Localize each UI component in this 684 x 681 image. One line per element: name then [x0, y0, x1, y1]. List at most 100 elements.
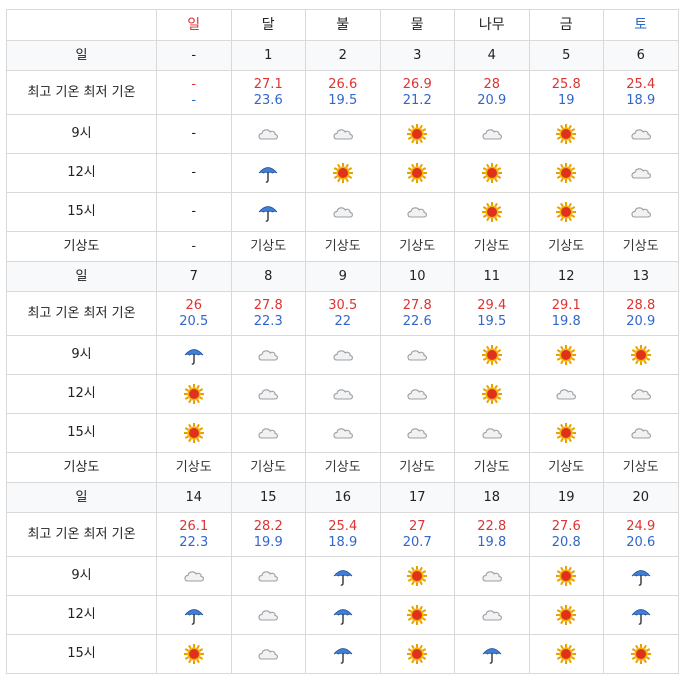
- day-number-cell: 18: [454, 482, 530, 513]
- forecast-cell: [454, 192, 530, 232]
- row-label-h15: 15시: [6, 413, 157, 453]
- forecast-cell: [156, 374, 232, 414]
- sun-icon: [555, 163, 577, 183]
- sun-icon: [481, 384, 503, 404]
- max-temp: 27.8: [402, 297, 432, 313]
- forecast-cell: [379, 374, 455, 414]
- cloud-icon: [332, 127, 354, 142]
- forecast-cell: [603, 114, 679, 154]
- day-number-cell: 5: [528, 40, 604, 71]
- forecast-cell: [603, 595, 679, 635]
- forecast-cell: [528, 634, 604, 674]
- sun-icon: [630, 345, 652, 365]
- temperature-cell: 28.8 20.9: [603, 291, 679, 336]
- weekday-header: 달: [230, 9, 306, 41]
- day-number-cell: 15: [230, 482, 306, 513]
- cloud-icon: [257, 647, 279, 662]
- row-label-temp: 최고 기온 최저 기온: [6, 291, 157, 336]
- forecast-cell: [379, 634, 455, 674]
- temperature-cell: 27 20.7: [379, 512, 455, 557]
- forecast-cell: [230, 595, 306, 635]
- sun-icon: [555, 423, 577, 443]
- max-temp: 25.4: [328, 518, 358, 534]
- umbrella-icon: [481, 647, 503, 664]
- forecast-row-h15: 15시: [6, 413, 679, 453]
- row-label-temp: 최고 기온 최저 기온: [6, 512, 157, 557]
- forecast-cell: [454, 413, 530, 453]
- sun-icon: [332, 163, 354, 183]
- row-label-link: 기상도: [6, 231, 157, 262]
- cloud-icon: [332, 348, 354, 363]
- forecast-cell: [379, 556, 455, 596]
- forecast-cell: [454, 114, 530, 154]
- max-temp: 25.4: [626, 76, 656, 92]
- day-number-row: 일-123456: [6, 40, 679, 71]
- day-number-cell: 8: [230, 261, 306, 292]
- sun-icon: [406, 163, 428, 183]
- forecast-row-h9: 9시: [6, 556, 679, 596]
- row-label-h9: 9시: [6, 556, 157, 596]
- weather-map-link[interactable]: 기상도: [230, 231, 306, 262]
- cloud-icon: [406, 205, 428, 220]
- day-number-cell: 9: [305, 261, 381, 292]
- forecast-cell: [603, 634, 679, 674]
- sun-icon: [555, 566, 577, 586]
- weather-map-link[interactable]: 기상도: [156, 452, 232, 483]
- weather-map-link[interactable]: 기상도: [528, 231, 604, 262]
- day-number-cell: 4: [454, 40, 530, 71]
- weather-map-link[interactable]: 기상도: [603, 452, 679, 483]
- forecast-cell: [528, 114, 604, 154]
- max-temp: 29.1: [551, 297, 581, 313]
- weather-map-link[interactable]: 기상도: [454, 452, 530, 483]
- forecast-cell: [305, 413, 381, 453]
- row-label-h15: 15시: [6, 634, 157, 674]
- day-number-cell: 2: [305, 40, 381, 71]
- forecast-cell: [379, 413, 455, 453]
- weather-map-link: -: [156, 231, 232, 262]
- temperature-cell: 27.8 22.3: [230, 291, 306, 336]
- umbrella-icon: [630, 569, 652, 586]
- forecast-row-h12: 12시: [6, 374, 679, 414]
- weather-map-link[interactable]: 기상도: [305, 231, 381, 262]
- cloud-icon: [630, 166, 652, 181]
- min-temp: 23.6: [253, 92, 283, 108]
- min-temp: 22.3: [253, 313, 283, 329]
- forecast-cell: [230, 556, 306, 596]
- day-number-cell: -: [156, 40, 232, 71]
- weather-map-row: 기상도 - 기상도 기상도 기상도 기상도 기상도 기상도: [6, 231, 679, 262]
- max-temp: 26: [185, 297, 203, 313]
- forecast-row-h9: 9시 -: [6, 114, 679, 154]
- cloud-icon: [481, 127, 503, 142]
- weather-map-link[interactable]: 기상도: [379, 231, 455, 262]
- weather-map-link[interactable]: 기상도: [305, 452, 381, 483]
- max-temp: 29.4: [477, 297, 507, 313]
- min-temp: 22.3: [179, 534, 209, 550]
- weather-map-link[interactable]: 기상도: [603, 231, 679, 262]
- weather-map-link[interactable]: 기상도: [379, 452, 455, 483]
- row-label-day: 일: [6, 482, 157, 513]
- weekday-header: 불: [305, 9, 381, 41]
- forecast-cell: [230, 634, 306, 674]
- forecast-cell: [230, 192, 306, 232]
- forecast-cell: [379, 153, 455, 193]
- umbrella-icon: [332, 647, 354, 664]
- forecast-cell: [528, 595, 604, 635]
- temperature-cell: 26.6 19.5: [305, 70, 381, 115]
- forecast-cell: [305, 192, 381, 232]
- row-label-h12: 12시: [6, 153, 157, 193]
- row-label-h12: 12시: [6, 374, 157, 414]
- weather-map-link[interactable]: 기상도: [230, 452, 306, 483]
- min-temp: 20.8: [551, 534, 581, 550]
- sun-icon: [555, 345, 577, 365]
- temperature-cell: 30.5 22: [305, 291, 381, 336]
- forecast-cell: [230, 153, 306, 193]
- weather-map-link[interactable]: 기상도: [528, 452, 604, 483]
- weather-map-link[interactable]: 기상도: [454, 231, 530, 262]
- cloud-icon: [406, 426, 428, 441]
- forecast-row-h15: 15시 -: [6, 192, 679, 232]
- forecast-cell: -: [156, 114, 232, 154]
- cloud-icon: [630, 426, 652, 441]
- forecast-cell: [305, 153, 381, 193]
- day-number-cell: 1: [230, 40, 306, 71]
- min-temp: 19: [557, 92, 575, 108]
